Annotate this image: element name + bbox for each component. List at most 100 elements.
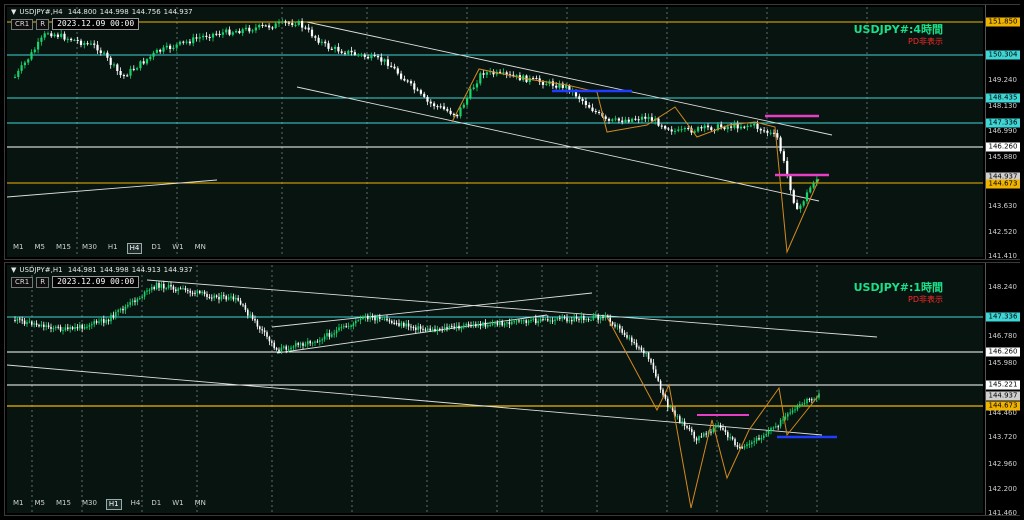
candle-body [95, 321, 98, 323]
candle-body [261, 329, 263, 331]
candle-body [218, 33, 221, 35]
candle-body [561, 317, 563, 319]
timeframe-mn[interactable]: MN [193, 243, 208, 254]
candle-body [416, 89, 419, 91]
candle-body [763, 435, 765, 438]
price-tick: 141.410 [988, 252, 1017, 260]
candle-body [254, 27, 257, 31]
candle-body [76, 327, 79, 329]
candle-body [177, 288, 179, 292]
candle-body [633, 341, 635, 343]
timeframe-h1[interactable]: H1 [106, 243, 120, 254]
candle-body [787, 413, 789, 417]
timeframe-m30[interactable]: M30 [80, 243, 99, 254]
candle-body [594, 111, 597, 113]
cr1-button[interactable]: CR1 [11, 276, 34, 288]
timeframe-h4[interactable]: H4 [126, 243, 143, 254]
candle-body [194, 292, 196, 294]
timeframe-d1[interactable]: D1 [149, 499, 163, 510]
candle-body [106, 52, 109, 58]
timeframe-m5[interactable]: M5 [33, 499, 48, 510]
candle-body [659, 380, 662, 390]
timeframe-m1[interactable]: M1 [11, 243, 26, 254]
candle-body [667, 398, 669, 408]
timeframe-w1[interactable]: W1 [170, 499, 185, 510]
h4-price-axis[interactable]: 151.850 150.304 149.240 148.435148.130 147.3… [985, 5, 1020, 260]
datetime-field[interactable]: 2023.12.09 00:00 [52, 18, 140, 30]
candle-body [647, 352, 650, 360]
candle-body [727, 432, 729, 438]
candle-body [165, 45, 168, 48]
candle-body [786, 160, 789, 176]
timeframe-m15[interactable]: M15 [54, 243, 73, 254]
candle-body [426, 96, 429, 102]
candle-body [60, 33, 63, 37]
candle-body [746, 444, 748, 447]
candle-body [116, 64, 119, 72]
channel-line [271, 292, 593, 328]
candle-body [662, 389, 664, 395]
h4-chart-panel[interactable]: ▼ USDJPY#,H4 144.800 144.998 144.756 144.937… [4, 4, 1020, 260]
timeframe-h4[interactable]: H4 [129, 499, 143, 510]
candle-body [545, 83, 548, 85]
candle-body [238, 30, 241, 34]
datetime-field[interactable]: 2023.12.09 00:00 [52, 276, 140, 288]
pd-toggle-label[interactable]: PD非表示 [908, 36, 943, 47]
timeframe-m15[interactable]: M15 [54, 499, 73, 510]
candle-body [327, 43, 330, 49]
candle-body [221, 32, 224, 35]
candle-body [347, 325, 350, 327]
pd-toggle-label[interactable]: PD非表示 [908, 294, 943, 305]
candle-body [726, 126, 729, 130]
candle-body [86, 326, 88, 328]
candle-body [304, 344, 307, 346]
candle-body [275, 348, 278, 350]
h1-plot-area[interactable]: ▼ USDJPY#,H1 144.981 144.998 144.913 144.937… [7, 265, 983, 513]
candle-body [617, 118, 620, 121]
candle-body [280, 347, 283, 352]
candle-body [439, 328, 441, 330]
candle-body [619, 325, 621, 329]
candle-body [611, 322, 614, 325]
candle-body [320, 41, 323, 43]
candle-body [232, 296, 235, 300]
candle-body [634, 118, 637, 120]
timeframe-h1[interactable]: H1 [105, 499, 122, 510]
candle-body [470, 325, 472, 327]
candle-body [743, 446, 746, 448]
candle-body [655, 369, 657, 377]
candle-body [436, 106, 439, 108]
h1-chart-panel[interactable]: ▼ USDJPY#,H1 144.981 144.998 144.913 144.937… [4, 262, 1020, 517]
timeframe-d1[interactable]: D1 [149, 243, 163, 254]
r-button[interactable]: R [36, 18, 50, 30]
timeframe-m5[interactable]: M5 [33, 243, 48, 254]
dropdown-triangle-icon[interactable]: ▼ [11, 8, 16, 16]
candle-body [676, 416, 679, 418]
candle-body [105, 319, 107, 323]
candle-body [541, 81, 545, 85]
r-button[interactable]: R [36, 276, 50, 288]
close-value: 144.937 [163, 266, 193, 274]
timeframe-w1[interactable]: W1 [170, 243, 185, 254]
candle-body [523, 320, 525, 322]
candle-body [588, 105, 591, 108]
timeframe-m1[interactable]: M1 [11, 499, 26, 510]
candle-body [301, 21, 304, 28]
timeframe-m30[interactable]: M30 [80, 499, 99, 510]
candle-body [50, 33, 53, 37]
high-value: 144.998 [99, 266, 129, 274]
candle-body [631, 337, 633, 342]
dropdown-triangle-icon[interactable]: ▼ [11, 266, 16, 274]
candle-body [409, 81, 413, 84]
candle-body [801, 403, 803, 405]
cr1-button[interactable]: CR1 [11, 18, 34, 30]
h4-plot-area[interactable]: ▼ USDJPY#,H4 144.800 144.998 144.756 144.937… [7, 7, 983, 257]
h1-price-axis[interactable]: 148.240 147.336 146.780 146.260 145.980 145.2… [985, 263, 1020, 517]
candle-body [38, 324, 40, 327]
low-value: 144.756 [131, 8, 161, 16]
timeframe-mn[interactable]: MN [193, 499, 208, 510]
candle-body [117, 310, 119, 313]
candle-body [237, 297, 239, 301]
candle-body [446, 327, 448, 329]
candle-body [334, 46, 337, 49]
